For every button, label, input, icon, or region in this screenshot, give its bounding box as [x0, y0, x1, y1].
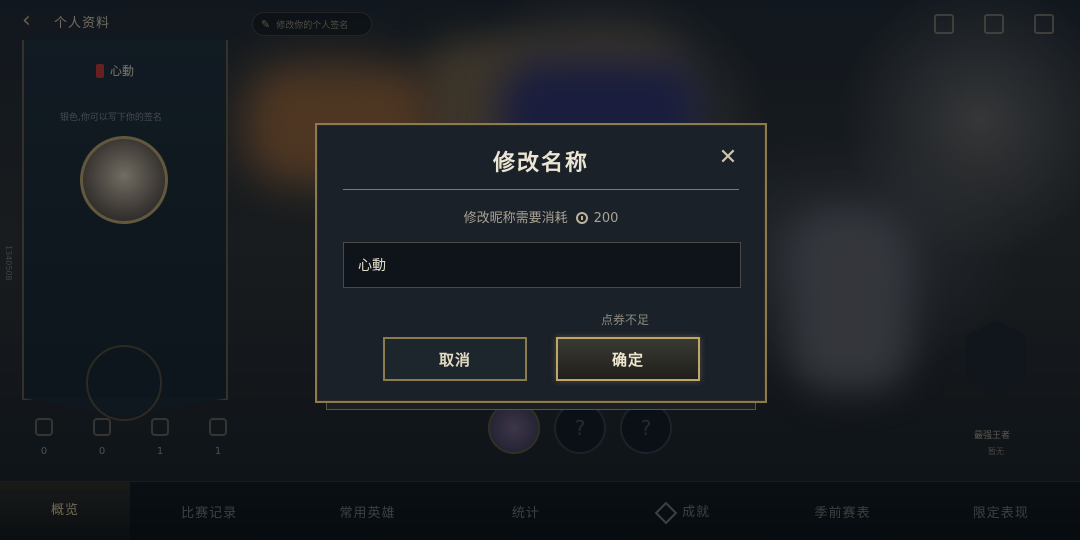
- cancel-button[interactable]: 取消: [383, 337, 527, 381]
- coupon-icon: [575, 212, 588, 224]
- nickname-input[interactable]: [343, 242, 741, 288]
- dialog-divider: [343, 189, 739, 190]
- cost-line: 修改昵称需要消耗 200: [317, 207, 765, 226]
- cost-value: 200: [593, 211, 619, 226]
- confirm-button[interactable]: 确定: [556, 337, 700, 381]
- rename-dialog: 修改名称 ✕ 修改昵称需要消耗 200 点券不足 取消 确定: [315, 123, 767, 403]
- cost-text: 修改昵称需要消耗: [463, 211, 568, 226]
- dialog-title: 修改名称: [492, 151, 589, 176]
- close-icon[interactable]: ✕: [715, 145, 741, 171]
- insufficient-coupon-warning: 点券不足: [601, 313, 650, 327]
